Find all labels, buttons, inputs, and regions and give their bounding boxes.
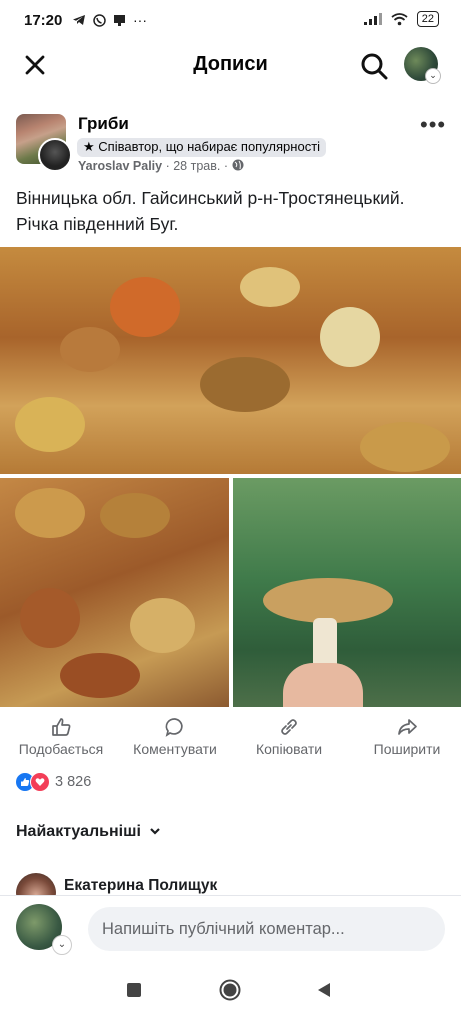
sort-label: Найактуальніші (16, 823, 141, 840)
comment-label: Коментувати (133, 741, 217, 757)
app-notification-icon (114, 14, 125, 26)
home-icon[interactable] (219, 979, 241, 1001)
copy-label: Копіювати (255, 741, 323, 757)
group-name[interactable]: Гриби (78, 114, 129, 134)
post-text: Вінницька обл. Гайсинський р-н-Тростянец… (16, 188, 405, 234)
copy-button[interactable]: Копіювати (242, 716, 336, 757)
reaction-count: 3 826 (55, 774, 92, 790)
recent-apps-icon[interactable] (126, 982, 142, 998)
battery-indicator: 22 (416, 11, 439, 27)
commenter-name[interactable]: Екатерина Полищук (64, 877, 217, 895)
globe-icon (232, 159, 243, 171)
notification-icons: ··· (72, 12, 147, 28)
page-title: Дописи (193, 53, 268, 75)
post-actions: Подобається Коментувати Копіювати Пошири… (0, 716, 461, 764)
post-date[interactable]: 28 трав. (173, 159, 220, 173)
share-button[interactable]: Поширити (360, 716, 454, 757)
share-label: Поширити (373, 741, 441, 757)
star-icon: ★ (83, 139, 95, 154)
contributor-badge: ★ Співавтор, що набирає популярності (77, 138, 327, 157)
meta-separator-2: · (223, 159, 229, 173)
back-icon[interactable] (316, 982, 332, 998)
status-bar: 17:20 ··· 22 (0, 0, 461, 40)
chevron-down-icon[interactable]: ⌄ (52, 935, 72, 955)
love-reaction-icon (30, 772, 50, 792)
post-more-button[interactable]: ••• (420, 112, 446, 138)
reactions-summary[interactable]: 3 826 (15, 772, 91, 792)
system-nav-bar (0, 962, 461, 1024)
post-photo-2[interactable] (0, 478, 229, 707)
search-icon[interactable] (358, 50, 390, 82)
post-photo-3[interactable] (233, 478, 461, 707)
post-photo-1[interactable] (0, 247, 461, 474)
comment-sort-dropdown[interactable]: Найактуальніші (16, 823, 161, 841)
post-meta: Yaroslav Paliy · 28 трав. · (78, 159, 244, 173)
like-icon (52, 718, 71, 736)
comment-icon (165, 718, 183, 737)
author-avatar[interactable] (38, 138, 72, 172)
like-button[interactable]: Подобається (8, 716, 114, 757)
share-icon (398, 719, 417, 735)
app-header: Дописи ⌄ (0, 40, 461, 90)
comment-input[interactable] (88, 907, 445, 951)
badge-label: Співавтор, що набирає популярності (98, 139, 321, 154)
telegram-icon (73, 15, 85, 25)
author-name[interactable]: Yaroslav Paliy (78, 159, 162, 173)
more-notifications-icon: ··· (133, 12, 147, 28)
wifi-icon (391, 12, 408, 25)
profile-avatar[interactable]: ⌄ (404, 47, 441, 84)
signal-icon (363, 13, 382, 25)
link-icon (281, 719, 297, 735)
chevron-down-icon (150, 828, 161, 835)
viber-icon (93, 13, 106, 27)
chevron-down-icon: ⌄ (425, 68, 441, 84)
comment-button[interactable]: Коментувати (120, 716, 230, 757)
status-time: 17:20 (24, 12, 63, 29)
like-label: Подобається (18, 741, 104, 757)
meta-separator: · (165, 159, 170, 173)
